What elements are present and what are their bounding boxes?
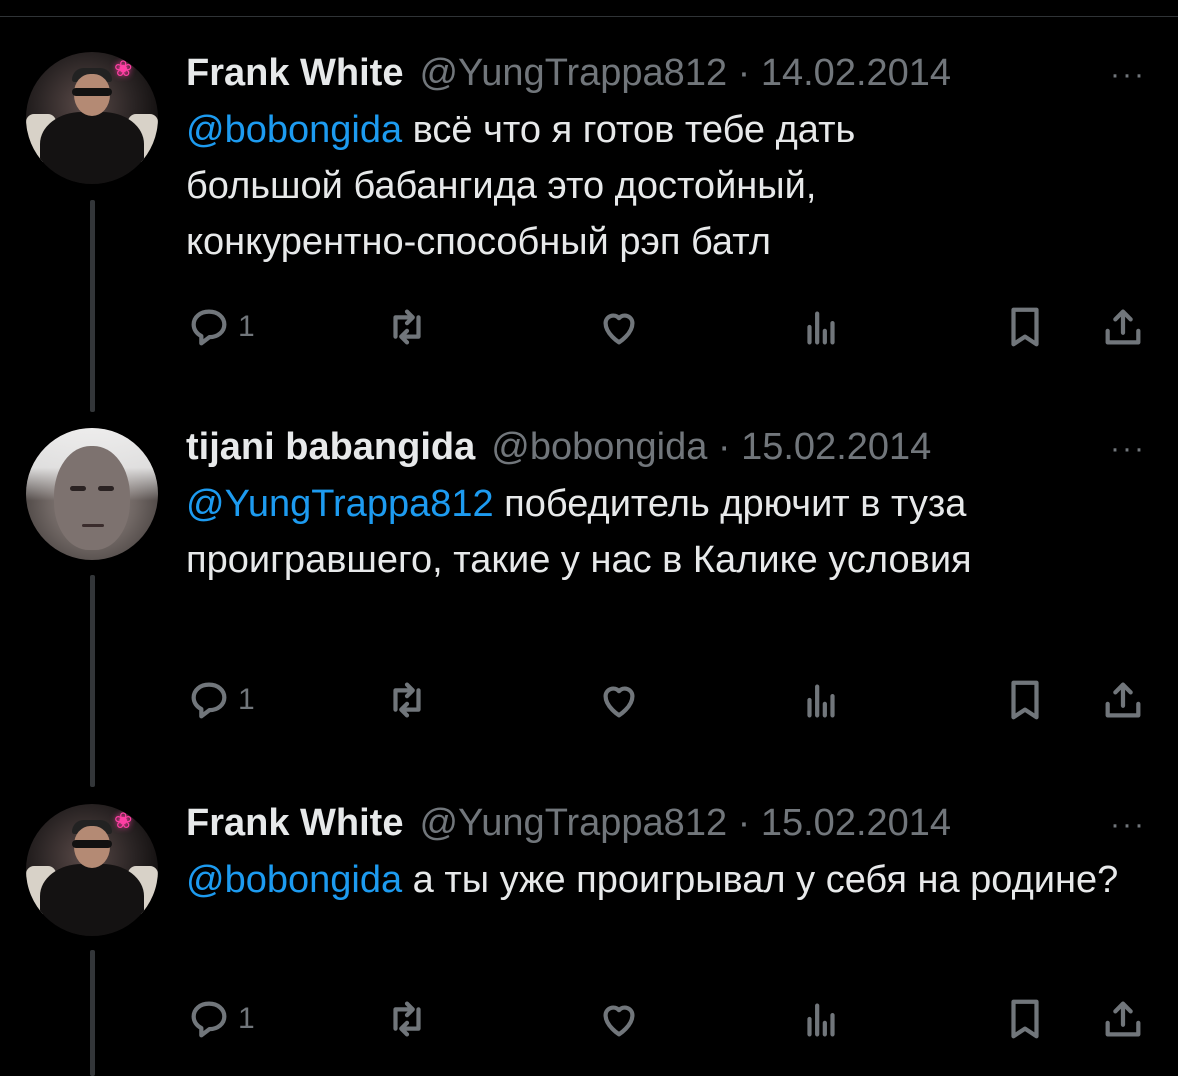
views-icon [807,1003,835,1037]
tweet-actions: 1 [186,675,1156,725]
tweet-text: @YungTrappa812 победитель дрючит в туза … [186,476,1136,588]
author-name[interactable]: Frank White [186,802,403,845]
share-button[interactable] [1100,302,1146,352]
like-icon [603,686,635,718]
reply-button[interactable]: 1 [186,675,255,725]
share-button[interactable] [1100,994,1146,1044]
handle-date[interactable]: @bobongida · 15.02.2014 [491,426,931,469]
reply-button[interactable]: 1 [186,994,255,1044]
like-icon [603,1005,635,1037]
author-name[interactable]: tijani babangida [186,426,475,469]
tweet-header: Frank White @YungTrappa812 · 15.02.2014 [186,798,1156,848]
more-icon[interactable]: ··· [1110,58,1146,92]
like-button[interactable] [596,994,642,1044]
top-divider [0,16,1178,17]
thread-line [90,200,95,412]
mention-link[interactable]: @bobongida [186,109,402,151]
views-button[interactable] [798,675,844,725]
tweet[interactable]: Frank White @YungTrappa812 · 15.02.2014 … [186,798,1156,908]
handle-date[interactable]: @YungTrappa812 · 14.02.2014 [419,52,951,95]
handle-date[interactable]: @YungTrappa812 · 15.02.2014 [419,802,951,845]
thread-line [90,950,95,1076]
avatar[interactable] [26,428,158,560]
reply-icon [191,1001,227,1038]
tweet-header: Frank White @YungTrappa812 · 14.02.2014 [186,48,1156,98]
bookmark-button[interactable] [1002,302,1048,352]
tweet[interactable]: Frank White @YungTrappa812 · 14.02.2014 … [186,48,1156,270]
share-button[interactable] [1100,675,1146,725]
bookmark-button[interactable] [1002,994,1048,1044]
bookmark-icon [1011,307,1039,347]
like-button[interactable] [596,675,642,725]
bookmark-button[interactable] [1002,675,1048,725]
reply-count: 1 [238,1002,255,1035]
retweet-icon [393,309,421,345]
tweet-body: а ты уже проигрывал у себя на родине? [402,859,1119,901]
more-icon[interactable]: ··· [1110,808,1146,842]
like-icon [603,313,635,345]
retweet-icon [393,1001,421,1037]
views-icon [807,311,835,345]
retweet-button[interactable] [384,302,430,352]
tweet-actions: 1 [186,994,1156,1044]
tweet-text: @bobongida всё что я готов тебе дать бол… [186,102,986,270]
author-name[interactable]: Frank White [186,52,403,95]
reply-button[interactable]: 1 [186,302,255,352]
reply-count: 1 [238,683,255,716]
views-button[interactable] [798,302,844,352]
reply-icon [191,309,227,346]
retweet-button[interactable] [384,994,430,1044]
share-icon [1105,1001,1141,1037]
share-icon [1105,682,1141,718]
tweet-header: tijani babangida @bobongida · 15.02.2014 [186,422,1156,472]
thread-line [90,575,95,787]
reply-count: 1 [238,310,255,343]
more-icon[interactable]: ··· [1110,432,1146,466]
like-button[interactable] [596,302,642,352]
mention-link[interactable]: @YungTrappa812 [186,483,494,525]
tweet-actions: 1 [186,302,1156,352]
avatar[interactable]: ❀ [26,804,158,936]
views-icon [807,684,835,718]
retweet-icon [393,682,421,718]
views-button[interactable] [798,994,844,1044]
bookmark-icon [1011,680,1039,720]
avatar[interactable]: ❀ [26,52,158,184]
tweet[interactable]: tijani babangida @bobongida · 15.02.2014… [186,422,1156,588]
mention-link[interactable]: @bobongida [186,859,402,901]
share-icon [1105,309,1141,345]
tweet-text: @bobongida а ты уже проигрывал у себя на… [186,852,1136,908]
retweet-button[interactable] [384,675,430,725]
bookmark-icon [1011,999,1039,1039]
reply-icon [191,682,227,719]
